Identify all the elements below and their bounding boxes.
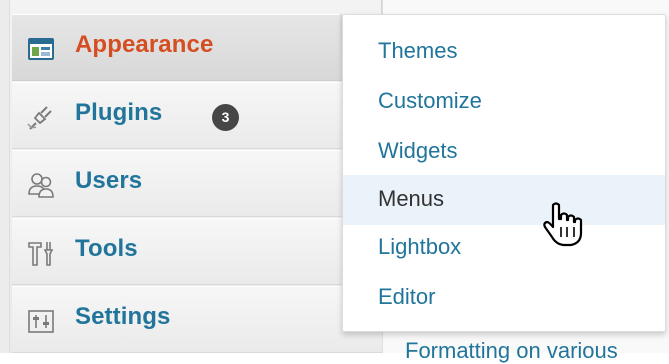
sidebar-item-label: Users (75, 167, 143, 194)
submenu-item-editor[interactable]: Editor (343, 273, 665, 323)
tools-icon (26, 238, 56, 268)
submenu-item-customize[interactable]: Customize (343, 77, 665, 127)
sidebar-item-plugins[interactable]: Plugins 3 (12, 82, 382, 149)
appearance-submenu: Themes Customize Widgets Menus Lightbox … (342, 14, 666, 332)
settings-icon (26, 306, 56, 336)
sidebar-item-settings[interactable]: Settings (12, 286, 382, 353)
submenu-item-label: Widgets (378, 138, 458, 163)
submenu-item-label: Menus (378, 186, 445, 211)
sidebar-item-label: Appearance (75, 31, 214, 58)
admin-sidebar: Appearance Plugins 3 Users Tools Setting… (0, 0, 382, 353)
sidebar-item-tools[interactable]: Tools (12, 218, 382, 285)
sidebar-item-users[interactable]: Users (12, 150, 382, 217)
submenu-item-label: Editor (378, 284, 436, 309)
submenu-item-lightbox[interactable]: Lightbox (343, 223, 665, 273)
sidebar-item-label: Tools (75, 235, 138, 262)
content-link-partial[interactable]: Formatting on various (405, 338, 618, 364)
submenu-item-widgets[interactable]: Widgets (343, 127, 665, 177)
submenu-item-label: Themes (378, 38, 458, 63)
plugins-icon (26, 102, 56, 132)
submenu-item-label: Customize (378, 88, 482, 113)
sidebar-item-label: Plugins (75, 99, 163, 126)
sidebar-edge (0, 0, 10, 353)
appearance-icon (26, 34, 56, 64)
sidebar-item-appearance[interactable]: Appearance (12, 14, 382, 81)
submenu-item-menus[interactable]: Menus (343, 175, 665, 225)
submenu-item-themes[interactable]: Themes (343, 27, 665, 77)
sidebar-item-label: Settings (75, 303, 171, 330)
hand-pointer-icon (541, 201, 585, 247)
users-icon (26, 170, 56, 200)
update-count-badge: 3 (212, 104, 239, 131)
submenu-item-label: Lightbox (378, 234, 462, 259)
